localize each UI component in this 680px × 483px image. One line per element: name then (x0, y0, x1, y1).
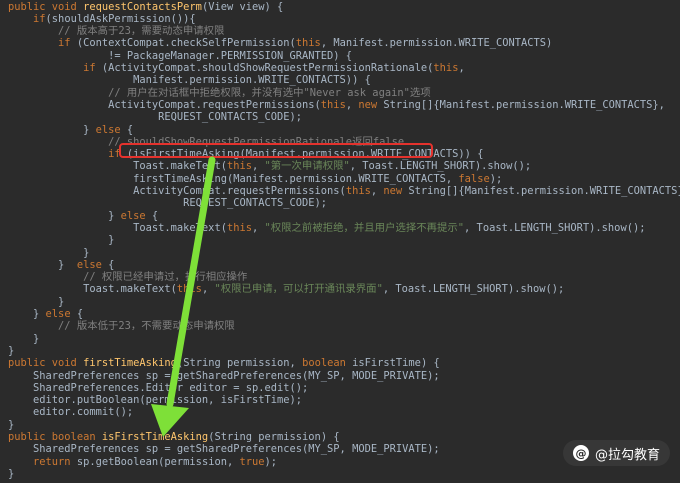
annotation-arrow (151, 156, 216, 437)
arrow-shaft (166, 156, 216, 408)
lagou-logo-icon: @ (572, 445, 589, 461)
code-editor[interactable]: public void requestContactsPerm(View vie… (0, 0, 680, 480)
watermark-text: @拉勾教育 (594, 447, 660, 463)
arrow-head (151, 404, 189, 437)
watermark: @ @拉勾教育 (562, 440, 670, 466)
